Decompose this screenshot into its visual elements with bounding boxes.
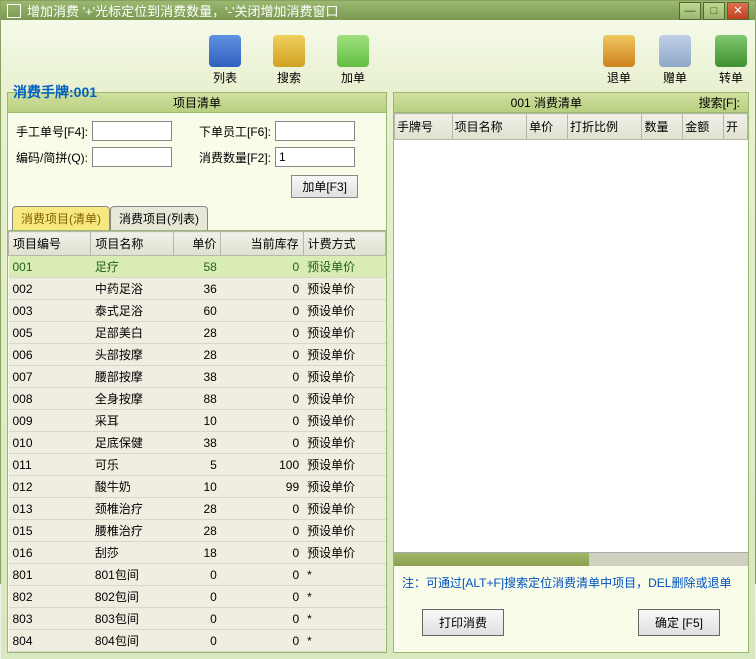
rcol-disc[interactable]: 打折比例 bbox=[567, 114, 642, 140]
table-row[interactable]: 006头部按摩280预设单价 bbox=[9, 344, 386, 366]
table-row[interactable]: 002中药足浴360预设单价 bbox=[9, 278, 386, 300]
return-icon bbox=[603, 35, 635, 67]
tab-grid[interactable]: 消费项目(列表) bbox=[110, 206, 208, 230]
table-row[interactable]: 016刮莎180预设单价 bbox=[9, 542, 386, 564]
items-grid[interactable]: 项目编号 项目名称 单价 当前库存 计费方式 001足疗580预设单价002中药… bbox=[8, 230, 386, 652]
left-panel: 项目清单 手工单号[F4]: 下单员工[F6]: 编码/简拼(Q): 消费数量[… bbox=[7, 92, 387, 653]
right-panel-title: 001 消费清单 bbox=[394, 93, 699, 112]
return-button[interactable]: 退单 bbox=[603, 35, 635, 86]
list-icon bbox=[209, 35, 241, 67]
qty-input[interactable] bbox=[275, 147, 355, 167]
return-label: 退单 bbox=[607, 69, 631, 86]
scroll-thumb[interactable] bbox=[394, 553, 589, 566]
col-stock[interactable]: 当前库存 bbox=[221, 232, 303, 256]
list-label: 列表 bbox=[213, 69, 237, 86]
table-row[interactable]: 011可乐5100预设单价 bbox=[9, 454, 386, 476]
maximize-button[interactable]: □ bbox=[703, 2, 725, 20]
transfer-label: 转单 bbox=[719, 69, 743, 86]
transfer-icon bbox=[715, 35, 747, 67]
table-row[interactable]: 009采耳100预设单价 bbox=[9, 410, 386, 432]
table-row[interactable]: 001足疗580预设单价 bbox=[9, 256, 386, 278]
minimize-button[interactable]: — bbox=[679, 2, 701, 20]
give-label: 赠单 bbox=[663, 69, 687, 86]
window-title: 增加消费 '+'光标定位到消费数量，'-'关闭增加消费窗口 bbox=[27, 1, 679, 20]
note-text: 注：可通过[ALT+F]搜索定位消费清单中项目，DEL删除或退单 bbox=[394, 566, 748, 599]
manual-label: 手工单号[F4]: bbox=[16, 123, 88, 140]
transfer-button[interactable]: 转单 bbox=[715, 35, 747, 86]
qty-label: 消费数量[F2]: bbox=[199, 149, 271, 166]
table-row[interactable]: 801801包间00* bbox=[9, 564, 386, 586]
card-label: 消费手牌:001 bbox=[13, 82, 97, 102]
titlebar: 增加消费 '+'光标定位到消费数量，'-'关闭增加消费窗口 — □ ✕ bbox=[1, 1, 755, 20]
table-row[interactable]: 008全身按摩880预设单价 bbox=[9, 388, 386, 410]
search-button[interactable]: 搜索 bbox=[273, 35, 305, 86]
rcol-name[interactable]: 项目名称 bbox=[452, 114, 527, 140]
horizontal-scrollbar[interactable] bbox=[394, 552, 748, 566]
code-label: 编码/简拼(Q): bbox=[16, 149, 88, 166]
table-row[interactable]: 803803包间00* bbox=[9, 608, 386, 630]
col-mode[interactable]: 计费方式 bbox=[303, 232, 385, 256]
right-panel: 001 消费清单 搜索[F]: 手牌号 项目名称 单价 打折比例 数量 金额 开… bbox=[393, 92, 749, 653]
tab-list[interactable]: 消费项目(清单) bbox=[12, 206, 110, 230]
rcol-open[interactable]: 开 bbox=[724, 114, 748, 140]
emp-input[interactable] bbox=[275, 121, 355, 141]
add-icon bbox=[337, 35, 369, 67]
right-search-label: 搜索[F]: bbox=[699, 93, 748, 112]
list-button[interactable]: 列表 bbox=[209, 35, 241, 86]
rcol-amt[interactable]: 金额 bbox=[683, 114, 724, 140]
give-icon bbox=[659, 35, 691, 67]
rcol-card[interactable]: 手牌号 bbox=[395, 114, 453, 140]
close-button[interactable]: ✕ bbox=[727, 2, 749, 20]
give-button[interactable]: 赠单 bbox=[659, 35, 691, 86]
ok-button[interactable]: 确定 [F5] bbox=[638, 609, 720, 636]
table-row[interactable]: 015腰椎治疗280预设单价 bbox=[9, 520, 386, 542]
print-button[interactable]: 打印消费 bbox=[422, 609, 504, 636]
add-order-button[interactable]: 加单[F3] bbox=[291, 175, 358, 198]
table-row[interactable]: 010足底保健380预设单价 bbox=[9, 432, 386, 454]
toolbar: 列表 搜索 加单 退单 赠单 转单 bbox=[1, 20, 755, 92]
table-row[interactable]: 007腰部按摩380预设单价 bbox=[9, 366, 386, 388]
emp-label: 下单员工[F6]: bbox=[199, 123, 271, 140]
table-row[interactable]: 005足部美白280预设单价 bbox=[9, 322, 386, 344]
rcol-price[interactable]: 单价 bbox=[527, 114, 568, 140]
search-label: 搜索 bbox=[277, 69, 301, 86]
window-icon bbox=[7, 4, 21, 18]
col-id[interactable]: 项目编号 bbox=[9, 232, 91, 256]
table-row[interactable]: 802802包间00* bbox=[9, 586, 386, 608]
rcol-qty[interactable]: 数量 bbox=[642, 114, 683, 140]
table-row[interactable]: 012酸牛奶1099预设单价 bbox=[9, 476, 386, 498]
col-price[interactable]: 单价 bbox=[173, 232, 221, 256]
table-row[interactable]: 013颈椎治疗280预设单价 bbox=[9, 498, 386, 520]
order-grid[interactable] bbox=[394, 140, 748, 552]
col-name[interactable]: 项目名称 bbox=[91, 232, 173, 256]
manual-input[interactable] bbox=[92, 121, 172, 141]
table-row[interactable]: 003泰式足浴600预设单价 bbox=[9, 300, 386, 322]
add-label: 加单 bbox=[341, 69, 365, 86]
table-row[interactable]: 804804包间00* bbox=[9, 630, 386, 652]
search-icon bbox=[273, 35, 305, 67]
code-input[interactable] bbox=[92, 147, 172, 167]
add-button[interactable]: 加单 bbox=[337, 35, 369, 86]
